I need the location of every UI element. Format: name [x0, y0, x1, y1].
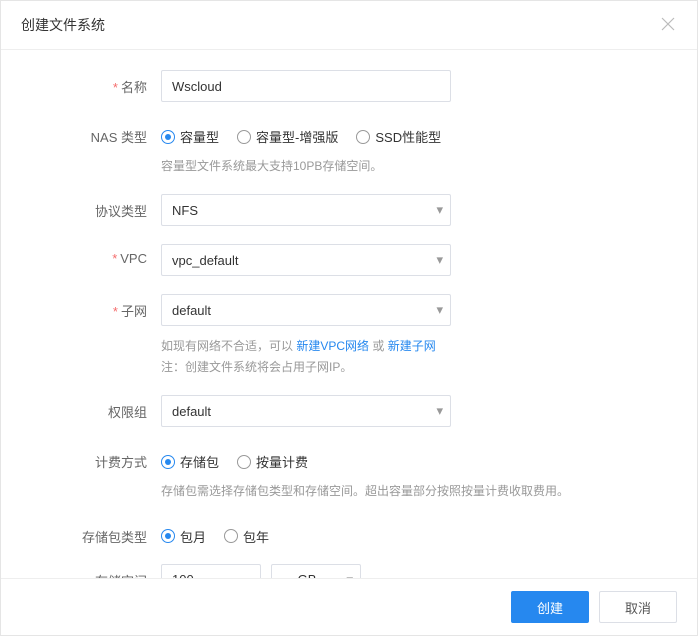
radio-label: 按量计费 [256, 452, 308, 471]
label-billing: 计费方式 [31, 445, 161, 471]
storage-unit-select[interactable]: GB ▾ [271, 564, 361, 578]
radio-icon [237, 455, 251, 469]
label-nas-type: NAS 类型 [31, 120, 161, 146]
dialog-body: 名称 NAS 类型 容量型 容量型-增强版 [1, 50, 697, 578]
create-button[interactable]: 创建 [511, 591, 589, 623]
billing-help: 存储包需选择存储包类型和存储空间。超出容量部分按照按量计费收取费用。 [161, 481, 667, 501]
label-name: 名称 [31, 70, 161, 96]
storage-input[interactable] [161, 564, 261, 578]
subnet-select[interactable]: default ▾ [161, 294, 451, 326]
subnet-note: 注：创建文件系统将会占用子网IP。 [161, 360, 352, 374]
perm-group-select[interactable]: default ▾ [161, 395, 451, 427]
dialog-title: 创建文件系统 [21, 15, 105, 35]
radio-icon [161, 529, 175, 543]
radio-capacity-plus[interactable]: 容量型-增强版 [237, 127, 338, 146]
select-value: NFS [161, 194, 451, 226]
vpc-select[interactable]: vpc_default ▾ [161, 244, 451, 276]
radio-package[interactable]: 存储包 [161, 452, 219, 471]
help-prefix: 如现有网络不合适，可以 [161, 339, 296, 353]
create-filesystem-dialog: 创建文件系统 名称 NAS 类型 容量型 容量型- [0, 0, 698, 636]
nas-type-radio-group: 容量型 容量型-增强版 SSD性能型 [161, 120, 667, 146]
select-value: default [161, 395, 451, 427]
help-or: 或 [369, 339, 388, 353]
label-pkg-type: 存储包类型 [31, 520, 161, 546]
radio-icon [356, 130, 370, 144]
radio-icon [161, 130, 175, 144]
protocol-select[interactable]: NFS ▾ [161, 194, 451, 226]
dialog-footer: 创建 取消 [1, 578, 697, 635]
close-icon[interactable] [661, 17, 677, 33]
billing-radio-group: 存储包 按量计费 [161, 445, 667, 471]
pkg-type-radio-group: 包月 包年 [161, 520, 667, 546]
select-value: GB [271, 564, 361, 578]
radio-metered[interactable]: 按量计费 [237, 452, 308, 471]
label-protocol: 协议类型 [31, 194, 161, 220]
radio-icon [237, 130, 251, 144]
radio-icon [224, 529, 238, 543]
radio-label: 容量型 [180, 127, 219, 146]
radio-label: 包月 [180, 527, 206, 546]
select-value: default [161, 294, 451, 326]
cancel-button[interactable]: 取消 [599, 591, 677, 623]
label-perm-group: 权限组 [31, 395, 161, 421]
radio-label: 包年 [243, 527, 269, 546]
create-vpc-link[interactable]: 新建VPC网络 [296, 339, 369, 353]
dialog-header: 创建文件系统 [1, 1, 697, 50]
radio-monthly[interactable]: 包月 [161, 527, 206, 546]
subnet-help: 如现有网络不合适，可以 新建VPC网络 或 新建子网 注：创建文件系统将会占用子… [161, 336, 667, 377]
nas-type-help: 容量型文件系统最大支持10PB存储空间。 [161, 156, 667, 176]
name-input[interactable] [161, 70, 451, 102]
label-storage: 存储空间 [31, 564, 161, 578]
radio-label: SSD性能型 [375, 127, 441, 146]
radio-icon [161, 455, 175, 469]
radio-ssd[interactable]: SSD性能型 [356, 127, 441, 146]
radio-yearly[interactable]: 包年 [224, 527, 269, 546]
label-subnet: 子网 [31, 294, 161, 320]
radio-label: 容量型-增强版 [256, 127, 338, 146]
radio-label: 存储包 [180, 452, 219, 471]
radio-capacity[interactable]: 容量型 [161, 127, 219, 146]
select-value: vpc_default [161, 244, 451, 276]
create-subnet-link[interactable]: 新建子网 [388, 339, 436, 353]
label-vpc: VPC [31, 244, 161, 266]
